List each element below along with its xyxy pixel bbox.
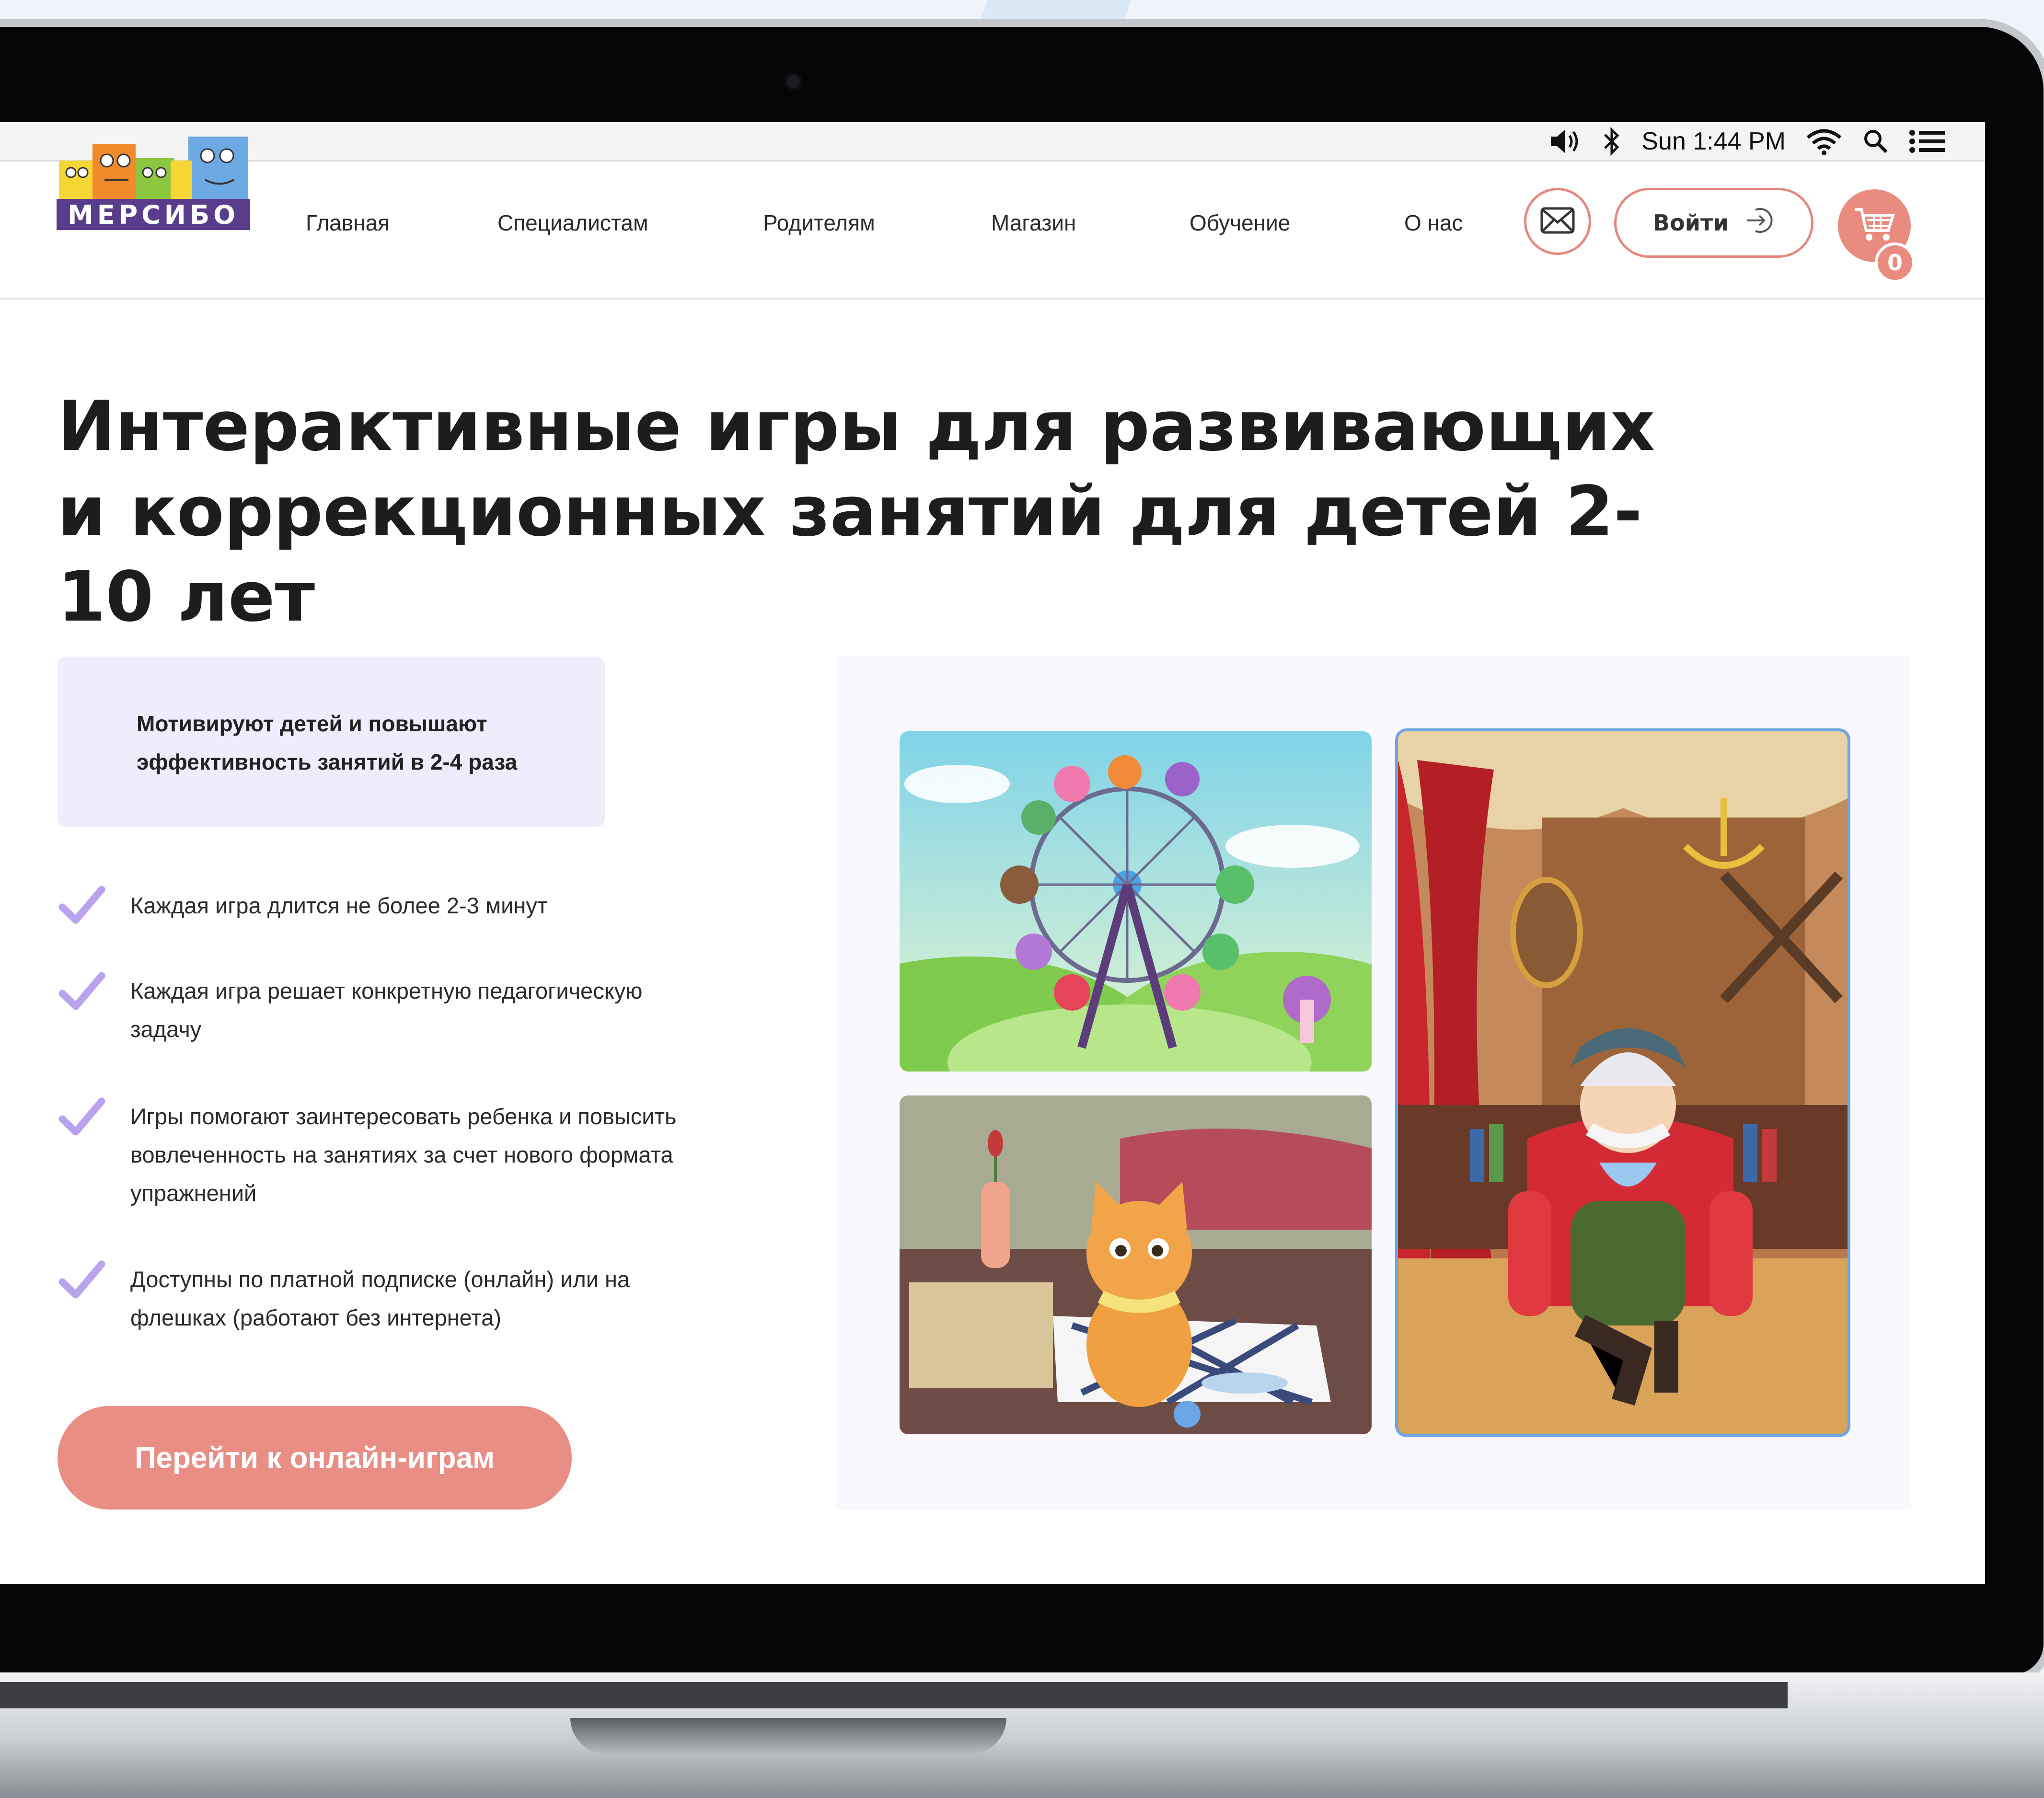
webcam [784, 72, 803, 91]
nav-learning[interactable]: Обучение [1189, 210, 1290, 236]
nav-parents[interactable]: Родителям [763, 210, 875, 236]
hero-title: Интерактивные игры для развивающих и кор… [58, 386, 1655, 637]
mac-menubar: Sun 1:44 PM [0, 122, 1985, 161]
kitten-room-game-screenshot [900, 1095, 1372, 1434]
control-center-icon[interactable] [1908, 128, 1947, 155]
wifi-icon[interactable] [1805, 127, 1843, 156]
check-icon [58, 1260, 105, 1299]
logo-text: МЕРСИБО [67, 199, 240, 230]
ferris-wheel-game-screenshot [900, 731, 1372, 1072]
nav-home[interactable]: Главная [306, 210, 390, 236]
nav-about[interactable]: О нас [1404, 210, 1463, 236]
mersibo-logo[interactable]: МЕРСИБО [57, 134, 250, 230]
login-label: Войти [1653, 210, 1729, 236]
highlight-text: Мотивируют детей и повышают эффективност… [137, 711, 518, 774]
spotlight-search-icon[interactable] [1862, 128, 1889, 155]
login-button[interactable]: Войти [1614, 188, 1813, 258]
mail-icon [1540, 207, 1575, 236]
check-icon [58, 972, 105, 1010]
laptop-hinge [0, 1682, 1788, 1708]
highlight-box: Мотивируют детей и повышают эффективност… [58, 657, 605, 827]
feature-text: Доступны по платной подписке (онлайн) ил… [130, 1267, 630, 1330]
mail-button[interactable] [1524, 188, 1591, 255]
feature-text: Каждая игра решает конкретную педагогиче… [130, 978, 643, 1042]
menubar-clock[interactable]: Sun 1:44 PM [1641, 127, 1786, 156]
check-icon [58, 886, 105, 924]
laptop-notch [570, 1718, 1006, 1754]
cart-icon [1853, 206, 1896, 246]
nav-shop[interactable]: Магазин [991, 210, 1076, 236]
online-games-button[interactable]: Перейти к онлайн-играм [58, 1406, 572, 1510]
baron-armchair-game-screenshot [1398, 731, 1848, 1434]
bluetooth-icon[interactable] [1601, 127, 1622, 156]
feature-text: Игры помогают заинтересовать ребенка и п… [130, 1104, 677, 1206]
login-arrow-icon [1744, 205, 1775, 241]
volume-icon[interactable] [1548, 127, 1582, 156]
cart-count-badge: 0 [1875, 242, 1915, 283]
nav-specialists[interactable]: Специалистам [497, 210, 648, 236]
feature-text: Каждая игра длится не более 2-3 минут [130, 893, 548, 918]
check-icon [58, 1097, 105, 1136]
